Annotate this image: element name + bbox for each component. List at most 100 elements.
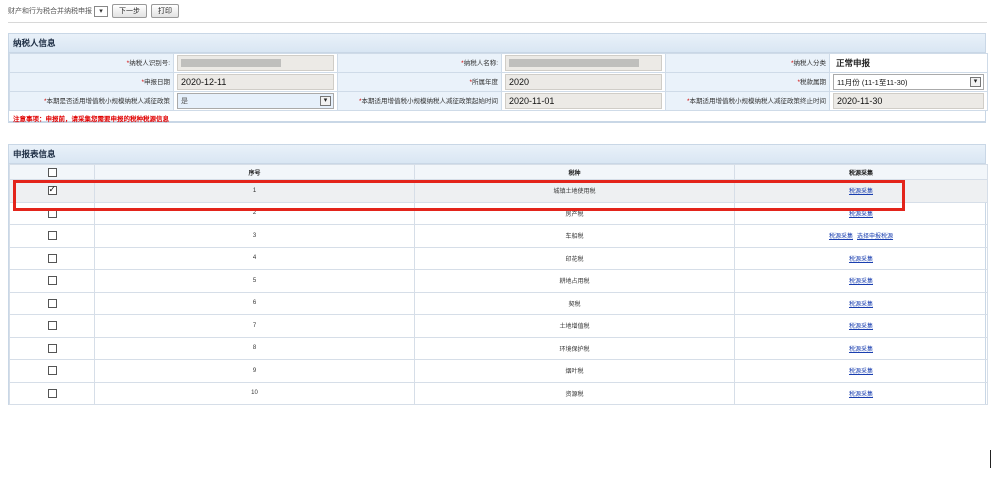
table-row[interactable]: 8 环境保护税 税源采集	[9, 336, 988, 360]
row-checkbox[interactable]	[47, 366, 57, 376]
reduction-start-field[interactable]: 2020-11-01	[505, 93, 662, 109]
table-row[interactable]: 1城镇土地使用税 税源采集	[9, 179, 988, 203]
row-source-links: 税源采集 选择申报税源	[734, 224, 988, 248]
tax-table: 序号 税种 税源采集 1城镇土地使用税税源采集2房产税税源采集3车船税税源采集选…	[9, 164, 988, 405]
report-date-field[interactable]: 2020-12-11	[177, 74, 334, 90]
source-collect-link[interactable]: 税源采集	[849, 392, 873, 398]
table-row[interactable]: 3 车船税 税源采集 选择申报税源	[9, 224, 988, 248]
row-source-links: 税源采集	[734, 314, 988, 338]
row-tax-name: 环境保护税	[414, 336, 735, 360]
chevron-down-icon[interactable]: ▾	[320, 96, 331, 106]
source-collect-link[interactable]: 税源采集	[849, 212, 873, 218]
source-collect-link[interactable]: 税源采集	[849, 279, 873, 285]
row-checkbox[interactable]	[47, 184, 57, 196]
taxpayer-name-label: *纳税人名称:	[337, 53, 502, 73]
row-source-links: 税源采集	[734, 381, 988, 405]
row-source-links: 税源采集	[734, 201, 988, 225]
row-index: 4	[94, 246, 415, 270]
table-row[interactable]: 10 资源税 税源采集	[9, 381, 988, 405]
select-all-checkbox[interactable]	[47, 167, 57, 177]
chevron-down-icon[interactable]: ▾	[94, 5, 108, 17]
source-collect-link[interactable]: 税源采集	[849, 189, 873, 195]
row-tax-name: 房产税	[414, 201, 735, 225]
taxpayer-name-field[interactable]	[505, 55, 662, 71]
tax-period-select[interactable]: 11月份 (11-1至11-30) ▾	[833, 74, 984, 90]
row-checkbox[interactable]	[47, 321, 57, 331]
chevron-down-icon[interactable]: ▾	[970, 77, 981, 87]
column-header-tax: 税种	[414, 164, 735, 180]
row-tax-name: 资源税	[414, 381, 735, 405]
row-source-links: 税源采集	[734, 359, 988, 383]
row-tax-name: 契税	[414, 291, 735, 315]
source-collect-link[interactable]: 税源采集	[849, 302, 873, 308]
table-row[interactable]: 9 烟叶税 税源采集	[9, 359, 988, 383]
row-tax-name: 烟叶税	[414, 359, 735, 383]
row-checkbox[interactable]	[47, 343, 57, 353]
row-source-links: 税源采集	[734, 291, 988, 315]
taxpayer-category-value: 正常申报	[836, 58, 871, 68]
row-index: 10	[94, 381, 415, 405]
row-index: 8	[94, 336, 415, 360]
taxpayer-info-title: 纳税人信息	[9, 34, 985, 53]
table-row[interactable]: 6 契税 税源采集	[9, 291, 988, 315]
taxpayer-id-field[interactable]	[177, 55, 334, 71]
source-collect-link[interactable]: 税源采集	[849, 369, 873, 375]
tax-year-label: *所属年度	[337, 72, 502, 92]
row-checkbox[interactable]	[47, 388, 57, 398]
row-index: 5	[94, 269, 415, 293]
tax-period-label: *税款属期	[665, 72, 830, 92]
column-header-index: 序号	[94, 164, 415, 180]
table-row[interactable]: 5 耕地占用税 税源采集	[9, 269, 988, 293]
taxpayer-id-label: *纳税人识别号:	[9, 53, 174, 73]
row-source-links: 税源采集	[734, 246, 988, 270]
taxpayer-info-table: *纳税人识别号: *纳税人名称: *纳税人分类 正常申报 *申报日期 2020-…	[9, 53, 988, 111]
column-header-source: 税源采集	[734, 164, 988, 180]
form-info-panel: 申报表信息 序号 税种 税源采集 1城镇土地使用税税源采集2房产税税源采集3车船…	[8, 144, 988, 405]
report-type-select[interactable]: 财产和行为税合并纳税申报 ▾	[8, 5, 108, 18]
source-collect-link[interactable]: 税源采集	[849, 324, 873, 330]
reduction-end-label: *本期适用增值税小规模纳税人减征政策终止时间	[665, 91, 830, 111]
row-source-links: 税源采集	[734, 269, 988, 293]
row-source-links: 税源采集	[734, 336, 988, 360]
row-index: 9	[94, 359, 415, 383]
report-type-value: 财产和行为税合并纳税申报	[8, 8, 92, 15]
table-row[interactable]: 4 印花税 税源采集	[9, 246, 988, 270]
row-tax-name: 印花税	[414, 246, 735, 270]
row-checkbox[interactable]	[47, 231, 57, 241]
row-index: 2	[94, 201, 415, 225]
text-cursor	[990, 450, 991, 468]
row-checkbox[interactable]	[47, 253, 57, 263]
toolbar: 财产和行为税合并纳税申报 ▾ 下一步 打印	[8, 4, 179, 18]
reduction-start-label: *本期适用增值税小规模纳税人减征政策起始时间	[337, 91, 502, 111]
source-collect-link[interactable]: 税源采集	[829, 234, 853, 240]
form-info-title: 申报表信息	[9, 145, 985, 164]
next-step-button[interactable]: 下一步	[112, 4, 147, 18]
row-tax-name: 土地增值税	[414, 314, 735, 338]
row-index: 3	[94, 224, 415, 248]
notice-text: 注意事项：申报前，请采集您需要申报的税种税源信息	[9, 111, 985, 123]
table-row[interactable]: 7 土地增值税 税源采集	[9, 314, 988, 338]
row-tax-name: 城镇土地使用税	[414, 179, 735, 203]
row-checkbox[interactable]	[47, 208, 57, 218]
select-source-link[interactable]: 选择申报税源	[857, 234, 893, 240]
row-index: 7	[94, 314, 415, 338]
taxpayer-category-label: *纳税人分类	[665, 53, 830, 73]
source-collect-link[interactable]: 税源采集	[849, 257, 873, 263]
reduction-end-field[interactable]: 2020-11-30	[833, 93, 984, 109]
reduction-flag-select[interactable]: 是 ▾	[177, 93, 334, 109]
tax-year-field[interactable]: 2020	[505, 74, 662, 90]
row-tax-name: 车船税	[414, 224, 735, 248]
table-row[interactable]: 2 房产税 税源采集	[9, 201, 988, 225]
report-date-label: *申报日期	[9, 72, 174, 92]
row-index: 1	[94, 179, 415, 203]
row-checkbox[interactable]	[47, 298, 57, 308]
row-checkbox[interactable]	[47, 276, 57, 286]
print-button[interactable]: 打印	[151, 4, 179, 18]
source-collect-link[interactable]: 税源采集	[849, 347, 873, 353]
row-tax-name: 耕地占用税	[414, 269, 735, 293]
row-source-links: 税源采集	[734, 179, 988, 203]
taxpayer-info-panel: 纳税人信息 *纳税人识别号: *纳税人名称: *纳税人分类 正常申报 *申报日期…	[8, 33, 988, 123]
toolbar-divider	[8, 22, 987, 23]
row-index: 6	[94, 291, 415, 315]
reduction-flag-label: *本期是否适用增值税小规模纳税人减征政策	[9, 91, 174, 111]
